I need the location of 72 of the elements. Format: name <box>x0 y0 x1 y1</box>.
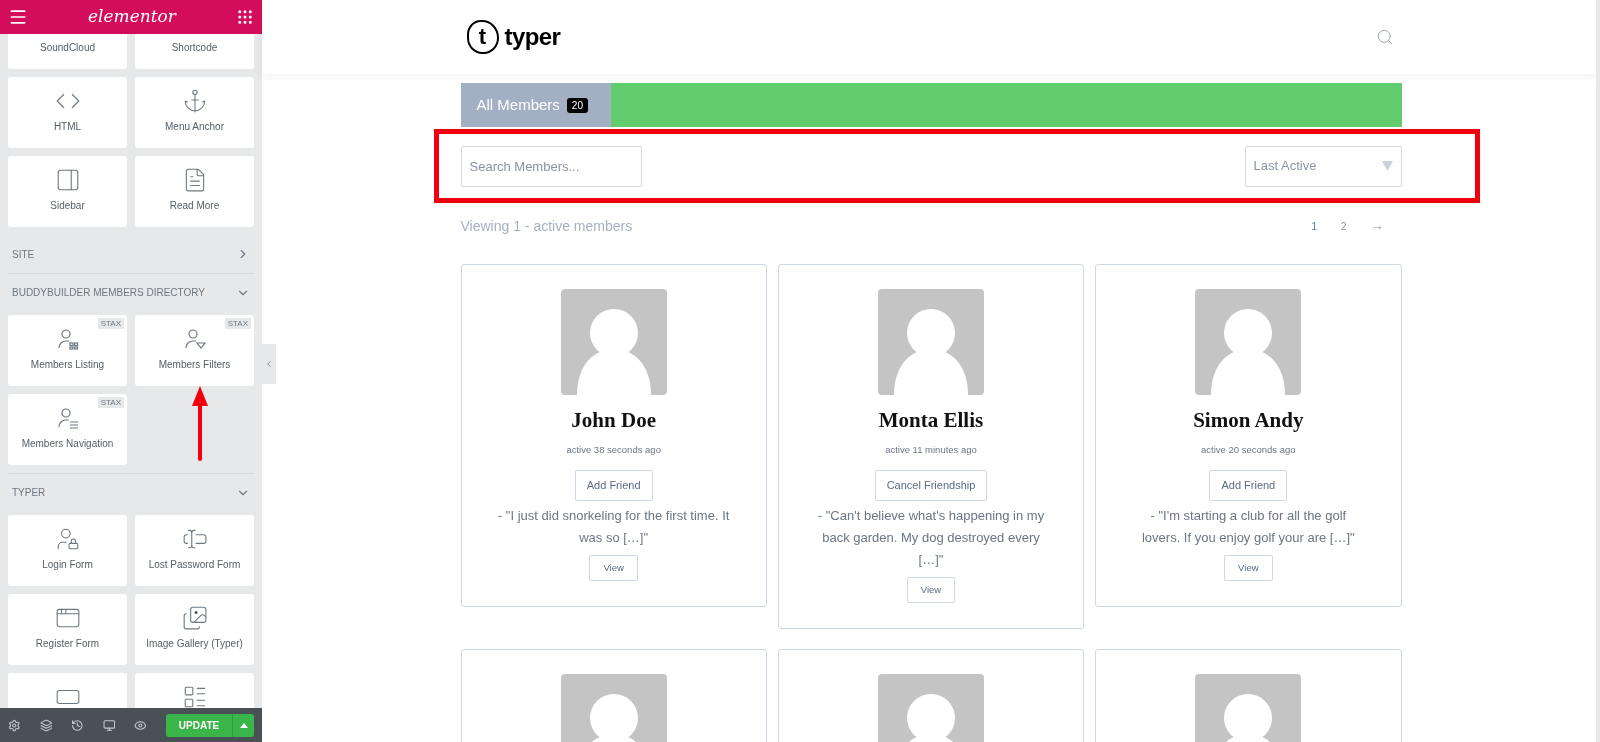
member-activity: active 38 seconds ago <box>566 442 661 457</box>
search-field[interactable]: Search Members... <box>460 145 642 187</box>
count-badge: 20 <box>566 97 588 113</box>
tab-label: All Members <box>476 94 560 115</box>
widget-card[interactable]: Sidebar <box>8 156 127 227</box>
widget-label: Members Filters <box>158 358 231 372</box>
view-button[interactable]: View <box>906 576 956 603</box>
section-title[interactable]: SITE <box>12 246 35 262</box>
friend-button[interactable]: Add Friend <box>1209 469 1288 501</box>
page-link[interactable]: 1 <box>1311 218 1317 234</box>
settings-icon[interactable] <box>8 718 21 732</box>
widget-card[interactable]: Menu Anchor <box>135 77 254 148</box>
person-list-icon <box>55 406 80 430</box>
widget-label: HTML <box>53 120 82 134</box>
widget-label: Lost Password Form <box>148 558 241 572</box>
member-name[interactable]: John Doe <box>571 405 656 437</box>
dropdown-triangle-icon <box>1381 161 1393 171</box>
member-excerpt: - "I just did snorkeling for the first time. It was so […]" <box>496 506 731 547</box>
widget-card[interactable]: STAX Members Filters <box>135 315 254 386</box>
widget-card[interactable]: Image Gallery (Typer) <box>135 594 254 665</box>
friend-button[interactable]: Add Friend <box>574 469 653 501</box>
member-excerpt: - "I'm starting a club for all the golf lovers. If you enjoy golf your are […]" <box>1140 506 1356 547</box>
widget-label: Read More <box>169 199 220 213</box>
widget-label: Menu Anchor <box>165 120 224 134</box>
chevron-left-icon <box>264 359 274 369</box>
section-title[interactable]: TYPER <box>12 485 46 500</box>
viewing-text: Viewing 1 - active members <box>460 216 633 236</box>
history-icon[interactable] <box>71 718 84 732</box>
person-filter-icon <box>182 327 207 351</box>
member-name[interactable]: Monta Ellis <box>878 405 984 437</box>
section-title[interactable]: BUDDYBUILDER MEMBERS DIRECTORY <box>12 285 205 300</box>
monitor-icon[interactable] <box>102 718 116 732</box>
widget-label: Image Gallery (Typer) <box>146 637 243 651</box>
brand-logo: elementor <box>88 5 176 29</box>
widget-badge: STAX <box>97 397 124 408</box>
caret-up-icon <box>239 722 248 728</box>
logo-mark[interactable]: t <box>466 20 499 54</box>
widget-card[interactable]: SoundCloud <box>8 34 127 69</box>
widget-label: Members Navigation <box>21 437 114 451</box>
person-grid-icon <box>55 327 80 351</box>
member-name[interactable]: Simon Andy <box>1193 405 1304 437</box>
widget-card[interactable]: STAX Members Listing <box>8 315 127 386</box>
widget-card[interactable]: Shortcode <box>135 34 254 69</box>
widget-card[interactable]: Read More <box>135 156 254 227</box>
widget-card[interactable]: STAX Members Navigation <box>8 394 127 465</box>
update-options-button[interactable] <box>232 713 254 737</box>
widget-badge: STAX <box>97 318 124 329</box>
widget-label: Login Form <box>42 558 93 572</box>
member-activity: active 20 seconds ago <box>1201 442 1296 457</box>
eye-icon[interactable] <box>134 718 147 732</box>
widget-badge: STAX <box>224 318 251 329</box>
view-button[interactable]: View <box>589 554 638 581</box>
widget-card[interactable]: Login Form <box>8 515 127 586</box>
menu-icon[interactable] <box>8 7 28 27</box>
widget-card[interactable]: HTML <box>8 77 127 148</box>
layers-icon[interactable] <box>39 718 53 732</box>
widget-label: Sidebar <box>50 199 85 213</box>
collapse-handle[interactable] <box>262 344 276 384</box>
widget-label: Members Listing <box>30 358 105 372</box>
view-button[interactable]: View <box>1224 554 1273 581</box>
logo-text[interactable]: typer <box>504 19 561 55</box>
widget-label: Register Form <box>35 637 100 651</box>
member-activity: active 11 minutes ago <box>885 442 977 457</box>
widget-card[interactable]: Lost Password Form <box>135 515 254 586</box>
widget-label: Shortcode <box>171 41 218 55</box>
members-tab[interactable]: All Members 20 <box>460 83 611 127</box>
images-icon <box>181 605 208 631</box>
apps-grid-icon[interactable] <box>236 8 254 26</box>
member-excerpt: - "Can't believe what's happening in my back garden. My dog destroyed every […]" <box>816 506 1046 569</box>
widget-label: SoundCloud <box>39 41 95 55</box>
friend-button[interactable]: Cancel Friendship <box>874 469 988 501</box>
widget-card[interactable]: Register Form <box>8 594 127 665</box>
